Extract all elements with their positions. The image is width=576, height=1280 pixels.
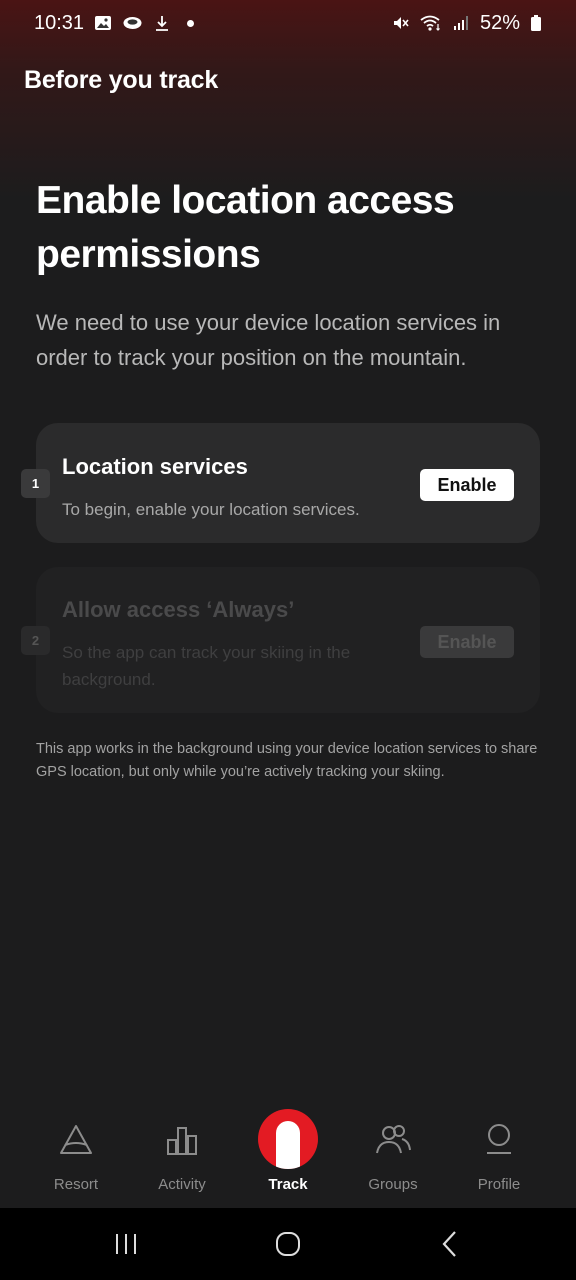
tab-label: Activity [158, 1176, 206, 1193]
tab-label: Track [268, 1176, 308, 1193]
status-right: 52% [392, 12, 542, 35]
permissions-description: We need to use your device location serv… [36, 310, 501, 370]
home-icon[interactable] [268, 1224, 308, 1264]
status-left: 10:31 [34, 11, 195, 35]
tab-activity[interactable]: Activity [130, 1100, 234, 1208]
dot-icon [187, 19, 195, 27]
tab-track[interactable]: Track [236, 1100, 340, 1208]
track-icon [258, 1109, 318, 1169]
tab-resort[interactable]: Resort [24, 1100, 128, 1208]
status-time: 10:31 [34, 11, 85, 34]
mute-icon [393, 17, 409, 29]
battery-icon [531, 15, 541, 31]
step-card-location-services: Location services To begin, enable your … [36, 423, 540, 543]
step-description: To begin, enable your location services. [62, 500, 360, 519]
back-icon[interactable] [430, 1224, 470, 1264]
step-description: So the app can track your skiing in the … [62, 643, 351, 689]
system-nav-bar [0, 1208, 576, 1280]
permissions-headline: Enable location access permissions [36, 179, 455, 276]
recent-apps-icon[interactable] [106, 1224, 146, 1264]
activity-icon [167, 1127, 197, 1155]
resort-icon [60, 1125, 92, 1154]
groups-icon [376, 1125, 411, 1154]
tab-groups[interactable]: Groups [341, 1100, 445, 1208]
tab-label: Groups [368, 1176, 418, 1193]
bottom-tab-bar: Resort Activity Track Groups Profile [0, 1100, 576, 1208]
enable-always-button: Enable [420, 626, 514, 658]
step-title: Allow access ‘Always’ [62, 597, 295, 622]
step-title: Location services [62, 454, 248, 479]
gallery-icon [95, 16, 112, 30]
tab-profile[interactable]: Profile [447, 1100, 551, 1208]
signal-icon [453, 16, 468, 30]
wifi-icon [420, 15, 440, 31]
profile-icon [487, 1124, 511, 1154]
tab-label: Resort [53, 1176, 99, 1193]
download-icon [156, 16, 169, 31]
tab-label: Profile [477, 1176, 521, 1193]
step-card-allow-always: Allow access ‘Always’ So the app can tra… [36, 567, 540, 713]
background-usage-footnote: This app works in the background using y… [36, 741, 538, 780]
status-bar: 10:31 52% [0, 0, 576, 46]
step-number-badge: 2 [21, 626, 50, 655]
battery-percent: 52% [479, 11, 520, 34]
notification-icon [123, 17, 142, 29]
enable-location-button[interactable]: Enable [420, 469, 514, 501]
step-number-badge: 1 [21, 469, 50, 498]
page-title: Before you track [24, 66, 219, 94]
